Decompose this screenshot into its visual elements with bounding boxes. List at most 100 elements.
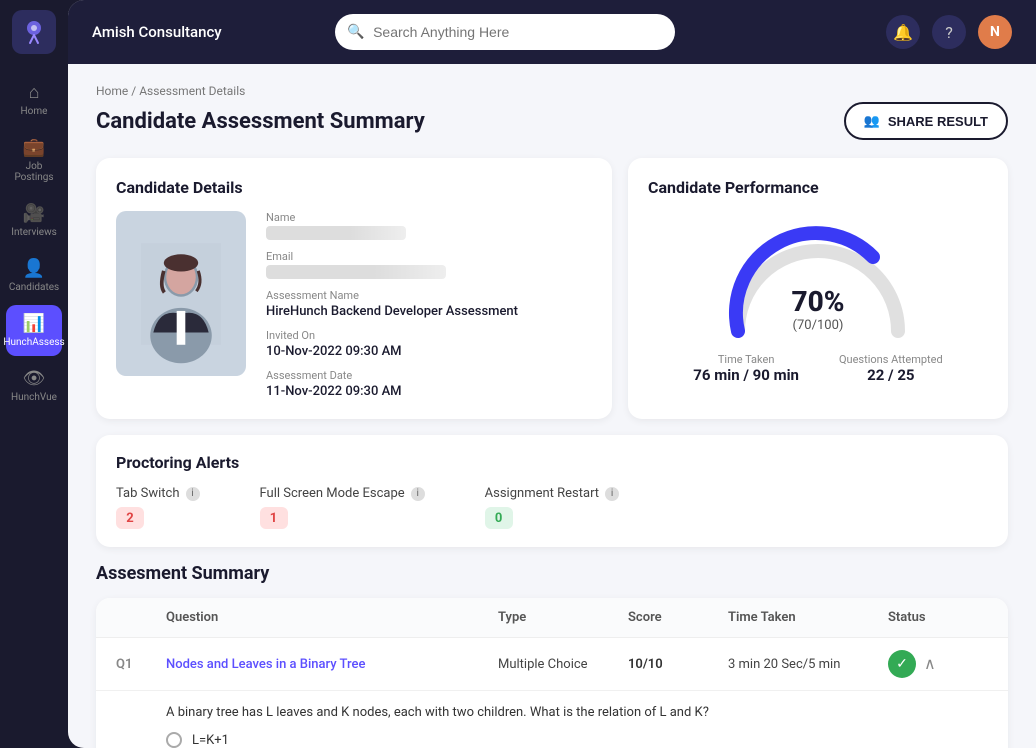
email-label: Email [266,250,592,263]
assessment-name-label: Assessment Name [266,289,592,302]
fullscreen-info-icon[interactable]: i [411,487,425,501]
q1-number: Q1 [116,657,166,672]
sidebar-label-job-postings: Job Postings [12,161,56,183]
candidate-details-card: Candidate Details [96,158,612,419]
cards-row: Candidate Details [96,158,1008,419]
topbar: Amish Consultancy 🔍 🔔 ? N [68,0,1036,64]
fullscreen-label-row: Full Screen Mode Escape i [260,486,425,501]
breadcrumb-home[interactable]: Home [96,84,128,98]
assignment-restart-label: Assignment Restart [485,486,599,501]
assignment-restart-alert: Assignment Restart i 0 [485,486,619,529]
sidebar-label-home: Home [21,106,48,117]
sidebar-label-interviews: Interviews [11,227,57,238]
sidebar-label-hunchvue: HunchVue [11,392,57,403]
help-icon: ? [945,23,953,42]
col-status: Status [888,610,988,625]
sidebar-label-candidates: Candidates [9,282,59,293]
q1-option-1: L=K+1 [166,732,988,748]
radio-1 [166,732,182,748]
time-taken-stat: Time Taken 76 min / 90 min [693,353,799,384]
candidate-photo-svg [141,224,221,364]
assessment-date-label: Assessment Date [266,369,592,382]
invited-on-value: 10-Nov-2022 09:30 AM [266,344,592,359]
page-title-row: Candidate Assessment Summary 👥 SHARE RES… [96,102,1008,140]
sidebar: ⌂ Home 💼 Job Postings 🎥 Interviews 👤 Can… [0,0,68,748]
home-icon: ⌂ [29,82,40,103]
sidebar-label-hunchassess: HunchAssess [3,337,64,348]
summary-table: Question Type Score Time Taken Status Q1… [96,598,1008,748]
name-value [266,226,406,240]
user-avatar[interactable]: N [978,15,1012,49]
share-icon: 👥 [864,113,880,129]
time-taken-label: Time Taken [693,353,799,366]
share-result-button[interactable]: 👥 SHARE RESULT [844,102,1008,140]
sidebar-item-candidates[interactable]: 👤 Candidates [6,250,62,301]
gauge-label: 70% (70/100) [791,285,844,333]
q1-title[interactable]: Nodes and Leaves in a Binary Tree [166,657,498,672]
sidebar-item-hunchvue[interactable]: 👁 HunchVue [6,360,62,411]
page-title: Candidate Assessment Summary [96,109,425,134]
assignment-restart-badge: 0 [485,507,513,529]
briefcase-icon: 💼 [23,137,45,158]
proctoring-card: Proctoring Alerts Tab Switch i 2 Full Sc… [96,435,1008,547]
gauge-svg-wrap: 70% (70/100) [718,221,918,341]
email-value [266,265,446,279]
notifications-button[interactable]: 🔔 [886,15,920,49]
assessment-summary-section: Assesment Summary Question Type Score Ti… [96,563,1008,748]
performance-title: Candidate Performance [648,178,988,197]
proctoring-alerts-row: Tab Switch i 2 Full Screen Mode Escape i… [116,486,988,529]
assignment-restart-info-icon[interactable]: i [605,487,619,501]
fullscreen-badge: 1 [260,507,288,529]
fullscreen-label: Full Screen Mode Escape [260,486,405,501]
app-logo [12,10,56,54]
sidebar-item-hunchassess[interactable]: 📊 HunchAssess [6,305,62,356]
topbar-actions: 🔔 ? N [886,15,1012,49]
gauge-container: 70% (70/100) Time Taken 76 min / 90 min … [648,211,988,384]
assessment-name-value: HireHunch Backend Developer Assessment [266,304,592,319]
brand-name: Amish Consultancy [92,23,222,41]
invited-on-label: Invited On [266,329,592,342]
page-content: Home / Assessment Details Candidate Asse… [68,64,1036,748]
q1-option-1-label: L=K+1 [192,733,229,748]
q1-status: ✓ ∧ [888,650,988,678]
search-input[interactable] [335,14,675,50]
q1-text: A binary tree has L leaves and K nodes, … [166,705,988,720]
search-bar: 🔍 [335,14,675,50]
bell-icon: 🔔 [893,23,913,42]
col-q-num [116,610,166,625]
tab-switch-info-icon[interactable]: i [186,487,200,501]
sidebar-item-home[interactable]: ⌂ Home [6,74,62,125]
invited-on-field: Invited On 10-Nov-2022 09:30 AM [266,329,592,359]
sidebar-item-job-postings[interactable]: 💼 Job Postings [6,129,62,191]
assessment-date-field: Assessment Date 11-Nov-2022 09:30 AM [266,369,592,399]
hunchvue-icon: 👁 [23,368,46,389]
assessment-name-field: Assessment Name HireHunch Backend Develo… [266,289,592,319]
name-field: Name [266,211,592,240]
tab-switch-label-row: Tab Switch i [116,486,200,501]
tab-switch-label: Tab Switch [116,486,180,501]
col-time: Time Taken [728,610,888,625]
main-area: Amish Consultancy 🔍 🔔 ? N Home / Assessm… [68,0,1036,748]
hunchassess-icon: 📊 [23,313,45,334]
time-taken-value: 76 min / 90 min [693,366,799,384]
name-label: Name [266,211,592,224]
q1-detail: A binary tree has L leaves and K nodes, … [96,691,1008,748]
gauge-score: (70/100) [791,318,844,333]
sidebar-item-interviews[interactable]: 🎥 Interviews [6,195,62,246]
table-header: Question Type Score Time Taken Status [96,598,1008,638]
q1-type: Multiple Choice [498,657,628,672]
correct-icon: ✓ [888,650,916,678]
breadcrumb-current: Assessment Details [139,84,245,98]
assessment-date-value: 11-Nov-2022 09:30 AM [266,384,592,399]
questions-attempted-value: 22 / 25 [839,366,943,384]
table-row: Q1 Nodes and Leaves in a Binary Tree Mul… [96,638,1008,691]
help-button[interactable]: ? [932,15,966,49]
col-question: Question [166,610,498,625]
search-icon: 🔍 [347,24,364,40]
q1-expand-button[interactable]: ∧ [924,654,936,674]
share-button-label: SHARE RESULT [888,114,988,129]
performance-card: Candidate Performance 70% (70/100) [628,158,1008,419]
q1-score: 10/10 [628,657,728,672]
candidates-icon: 👤 [23,258,45,279]
questions-attempted-stat: Questions Attempted 22 / 25 [839,353,943,384]
